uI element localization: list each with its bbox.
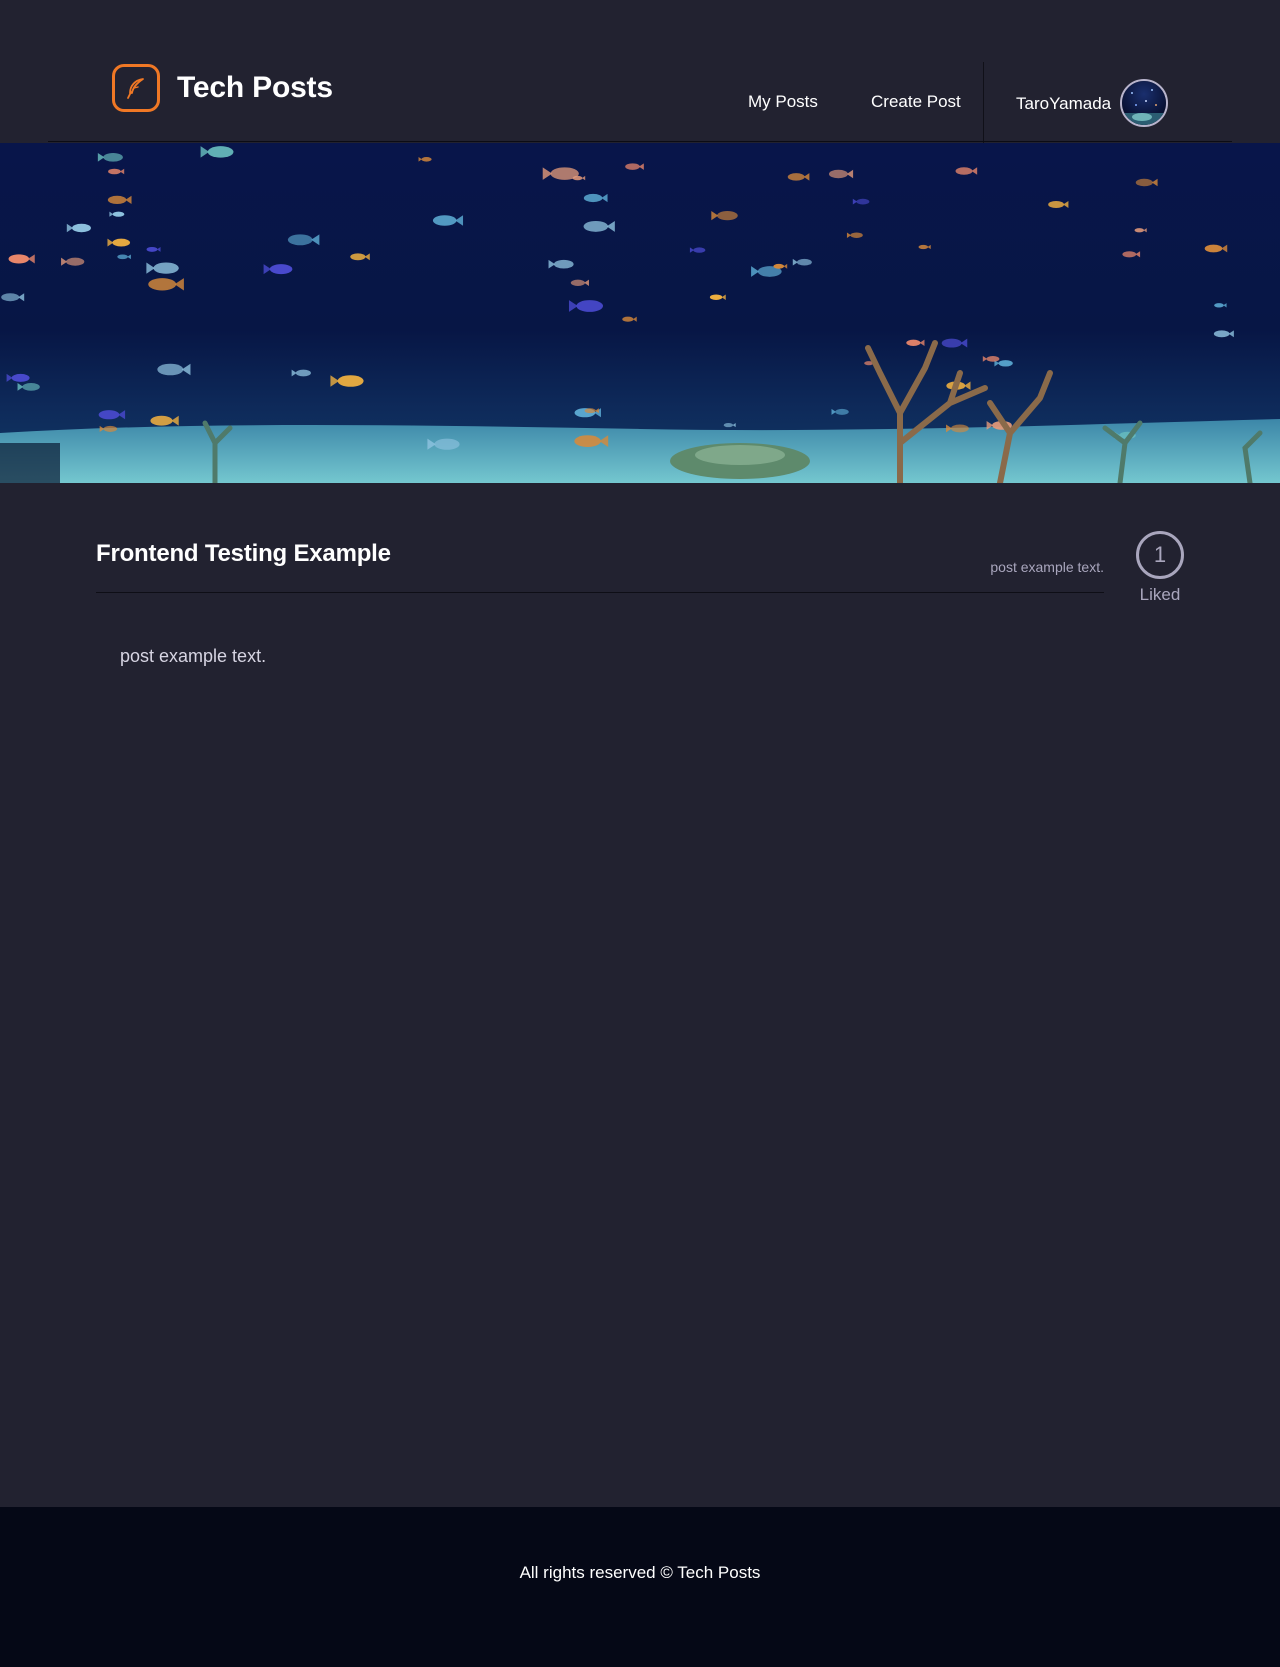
post-body: post example text.: [120, 646, 267, 666]
hero-banner: [0, 143, 1280, 483]
post-subtitle: post example text.: [990, 559, 1104, 575]
like-button[interactable]: 1 Liked: [1134, 531, 1186, 605]
site-header: Tech Posts My Posts Create Post TaroYama…: [0, 0, 1280, 143]
like-label: Liked: [1139, 585, 1181, 604]
brand-name: Tech Posts: [177, 71, 333, 104]
like-count: 1: [1136, 531, 1184, 579]
username[interactable]: TaroYamada: [1016, 94, 1111, 114]
header-divider: [48, 141, 1232, 142]
nav-my-posts[interactable]: My Posts: [748, 92, 818, 112]
nav-divider: [983, 62, 984, 143]
nav-create-post[interactable]: Create Post: [871, 92, 961, 112]
page: Tech Posts My Posts Create Post TaroYama…: [0, 0, 1280, 1667]
footer-copyright: All rights reserved © Tech Posts: [519, 1563, 761, 1582]
brand-link[interactable]: Tech Posts: [112, 64, 333, 112]
site-footer: All rights reserved © Tech Posts: [0, 1507, 1280, 1667]
post-title: Frontend Testing Example: [96, 540, 391, 567]
aquarium-banner: [0, 143, 1280, 483]
post-divider: [96, 592, 1104, 593]
user-avatar[interactable]: [1120, 79, 1168, 127]
feather-icon: [112, 64, 160, 112]
